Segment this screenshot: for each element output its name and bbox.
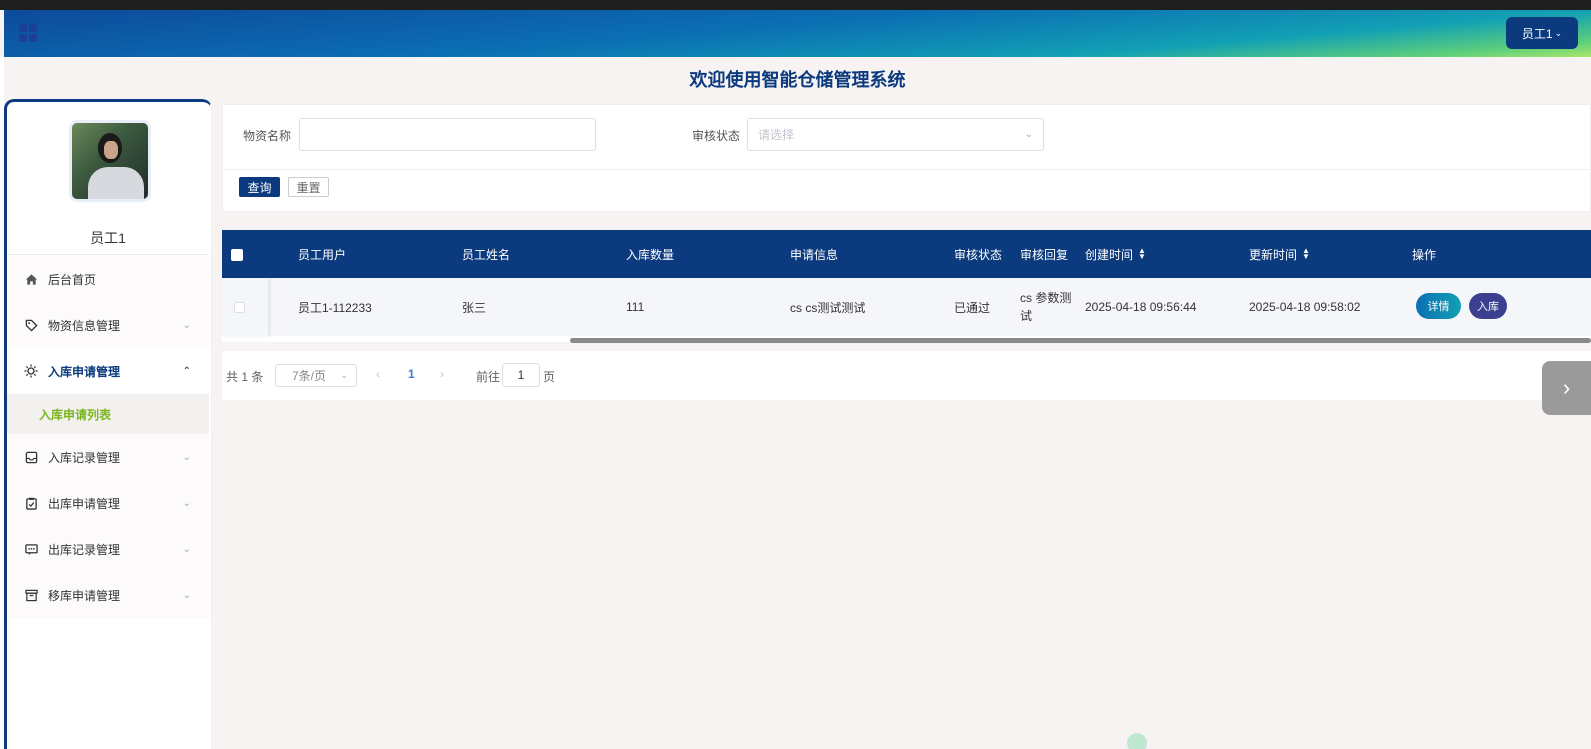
chevron-down-icon: ⌄: [182, 451, 191, 463]
sidebar-item-label: 移库申请管理: [48, 588, 121, 603]
column-header: 员工姓名: [462, 247, 511, 262]
cell-info: cs cs测试测试: [790, 300, 866, 315]
audit-status-label: 审核状态: [692, 129, 741, 143]
table-header: 员工用户 员工姓名 入库数量 申请信息 审核状态 审核回复 创建时间 ▲ ▼ 更新…: [222, 230, 1591, 278]
chevron-up-icon: ⌃: [182, 365, 191, 377]
column-header: 审核状态: [954, 247, 1003, 262]
sidebar-item-material[interactable]: 物资信息管理 ⌄: [7, 302, 209, 348]
chevron-down-icon: ⌄: [1554, 27, 1563, 38]
row-checkbox[interactable]: [234, 302, 245, 313]
sort-icon[interactable]: ▲ ▼: [1302, 247, 1310, 261]
sort-icon[interactable]: ▲ ▼: [1138, 247, 1146, 261]
cell-updated: 2025-04-18 09:58:02: [1249, 300, 1361, 314]
column-header: 员工用户: [298, 247, 347, 262]
cell-reply: cs 参数测试: [1020, 291, 1072, 323]
prev-page-icon[interactable]: ‹: [376, 367, 380, 381]
sidebar-item-label: 出库记录管理: [48, 542, 121, 557]
data-table: 员工用户 员工姓名 入库数量 申请信息 审核状态 审核回复 创建时间 ▲ ▼ 更新…: [222, 230, 1591, 343]
table-row: 员工1-112233 张三 111 cs cs测试测试 已通过 cs 参数测试 …: [222, 278, 1591, 336]
cell-name: 张三: [462, 300, 487, 315]
page-title: 欢迎使用智能仓储管理系统: [689, 70, 906, 90]
sidebar-item-inbound-record[interactable]: 入库记录管理 ⌄: [7, 434, 209, 480]
cell-created: 2025-04-18 09:56:44: [1085, 300, 1197, 314]
chevron-down-icon: ⌄: [182, 319, 191, 331]
page-size-select[interactable]: 7条/页 ⌄: [275, 364, 357, 387]
pagination-total: 共 1 条: [226, 370, 264, 384]
sidebar-item-outbound-apply[interactable]: 出库申请管理 ⌄: [7, 480, 209, 526]
sidebar-item-inbound-apply[interactable]: 入库申请管理 ⌃: [7, 348, 209, 394]
column-header-created[interactable]: 创建时间 ▲ ▼: [1085, 230, 1146, 278]
audit-status-placeholder: 请选择: [758, 128, 795, 142]
select-all-checkbox[interactable]: [231, 249, 243, 261]
sidebar: 员工1 后台首页 物资信息管理 ⌄ 入库申请管理 ⌃ 入库申请列表 入库记录管理…: [4, 99, 212, 749]
window-top-strip: [0, 0, 1591, 10]
reset-button[interactable]: 重置: [288, 177, 329, 197]
page-suffix: 页: [543, 370, 556, 384]
floating-dot: [1127, 733, 1147, 749]
horizontal-scrollbar[interactable]: [570, 338, 1591, 343]
sidebar-item-label: 物资信息管理: [48, 318, 121, 333]
column-header-label: 创建时间: [1085, 247, 1134, 262]
sidebar-item-label: 入库申请管理: [48, 364, 121, 379]
sidebar-item-transfer-apply[interactable]: 移库申请管理 ⌄: [7, 572, 209, 618]
chevron-down-icon: ⌄: [182, 589, 191, 601]
sidebar-item-label: 出库申请管理: [48, 496, 121, 511]
goto-label: 前往: [476, 370, 501, 384]
sidebar-item-label: 后台首页: [48, 272, 97, 287]
audit-status-select[interactable]: 请选择 ⌄: [747, 118, 1044, 151]
column-header-label: 更新时间: [1249, 247, 1298, 262]
chevron-down-icon: ⌄: [1024, 129, 1033, 140]
column-header: 审核回复: [1020, 247, 1069, 262]
top-nav-bar: 员工1 ⌄: [4, 10, 1591, 57]
clipboard-check-icon: [24, 496, 38, 510]
cell-quantity: 111: [626, 300, 645, 314]
column-header: 申请信息: [790, 247, 839, 262]
avatar: [69, 120, 151, 202]
sidebar-item-home[interactable]: 后台首页: [7, 256, 209, 302]
chevron-down-icon: ⌄: [340, 370, 348, 380]
material-name-label: 物资名称: [243, 129, 292, 143]
inbox-icon: [24, 450, 38, 464]
chevron-right-icon[interactable]: ›: [1542, 361, 1591, 415]
page-number[interactable]: 1: [408, 367, 415, 381]
sidebar-subitem-inbound-list[interactable]: 入库申请列表: [7, 394, 209, 434]
tag-icon: [24, 318, 38, 332]
material-name-input[interactable]: [299, 118, 596, 151]
pagination: 共 1 条 7条/页 ⌄ ‹ 1 › 前往 1 页: [222, 351, 1591, 400]
cell-user: 员工1-112233: [298, 300, 372, 315]
sidebar-item-label: 入库记录管理: [48, 450, 121, 465]
home-icon: [24, 272, 38, 286]
search-panel: 物资名称 审核状态 请选择 ⌄ 查询 重置: [222, 104, 1591, 212]
sidebar-menu: 后台首页 物资信息管理 ⌄ 入库申请管理 ⌃ 入库申请列表 入库记录管理 ⌄ 出…: [7, 256, 209, 618]
goto-page-input[interactable]: 1: [502, 363, 540, 387]
sidebar-item-outbound-record[interactable]: 出库记录管理 ⌄: [7, 526, 209, 572]
inbound-button[interactable]: 入库: [1469, 293, 1507, 319]
archive-icon: [24, 588, 38, 602]
column-header: 操作: [1412, 247, 1437, 262]
user-menu-label: 员工1: [1521, 26, 1553, 41]
row-checkbox-cell: [222, 278, 268, 336]
apps-grid-icon[interactable]: [19, 24, 37, 42]
cell-status: 已通过: [954, 300, 991, 315]
detail-button[interactable]: 详情: [1416, 293, 1461, 319]
sun-icon: [24, 364, 38, 378]
chevron-down-icon: ⌄: [182, 497, 191, 509]
divider: [223, 169, 1590, 170]
column-header-updated[interactable]: 更新时间 ▲ ▼: [1249, 230, 1310, 278]
message-icon: [24, 542, 38, 556]
chevron-down-icon: ⌄: [182, 543, 191, 555]
user-menu-button[interactable]: 员工1 ⌄: [1506, 17, 1578, 49]
query-button[interactable]: 查询: [239, 177, 280, 197]
page-size-value: 7条/页: [292, 369, 327, 383]
divider: [7, 254, 209, 255]
column-header: 入库数量: [626, 247, 675, 262]
next-page-icon[interactable]: ›: [440, 367, 444, 381]
sidebar-user-name: 员工1: [90, 230, 126, 246]
